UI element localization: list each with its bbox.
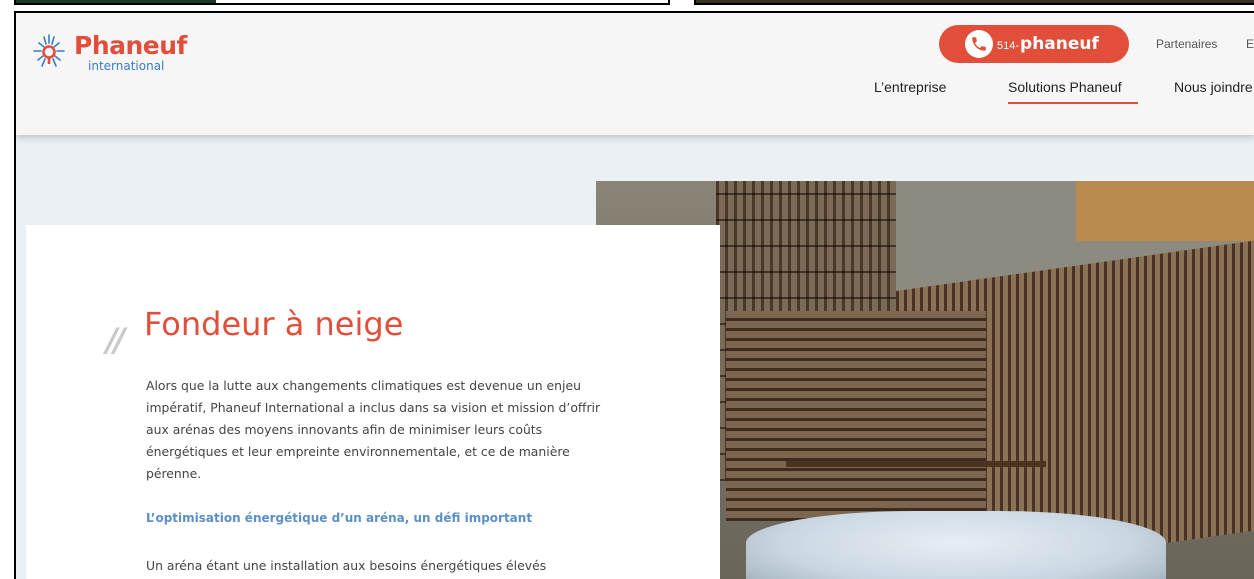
partenaires-link[interactable]: Partenaires (1156, 37, 1217, 51)
strip-dark-segment (16, 0, 216, 3)
phone-call-button[interactable]: 514- phaneuf (939, 25, 1129, 63)
sun-snowflake-logo-icon (33, 34, 65, 67)
phaneuf-logo[interactable]: Phaneuf international (32, 29, 202, 75)
nav-solutions-phaneuf[interactable]: Solutions Phaneuf (1008, 79, 1122, 95)
section-subheading: L’optimisation énergétique d’un aréna, u… (146, 511, 533, 525)
phone-name: phaneuf (1020, 34, 1099, 54)
phone-prefix: 514- (997, 39, 1020, 52)
page: Phaneuf international 514- phaneuf Parte… (14, 11, 1254, 579)
second-paragraph: Un aréna étant une installation aux beso… (146, 558, 547, 573)
nav-nous-joindre[interactable]: Nous joindre (1174, 79, 1253, 95)
content-card: // Fondeur à neige Alors que la lutte au… (26, 225, 720, 579)
utility-link-e[interactable]: E (1246, 37, 1254, 51)
nav-active-indicator (1008, 102, 1138, 104)
previous-image-strip (694, 0, 1254, 5)
nav-entreprise[interactable]: L’entreprise (874, 79, 946, 95)
title-decoration: // (106, 321, 125, 359)
previous-page-strip (14, 0, 670, 5)
site-header: Phaneuf international 514- phaneuf Parte… (16, 13, 1254, 135)
photo-wood-board (1076, 181, 1254, 241)
page-title: Fondeur à neige (144, 305, 404, 343)
logo-tagline: international (88, 59, 165, 73)
phone-icon (965, 30, 993, 58)
photo-snow (746, 511, 1166, 579)
browser-viewport: Phaneuf international 514- phaneuf Parte… (0, 0, 1254, 579)
logo-wordmark: Phaneuf (74, 31, 187, 60)
intro-paragraph: Alors que la lutte aux changements clima… (146, 378, 601, 481)
